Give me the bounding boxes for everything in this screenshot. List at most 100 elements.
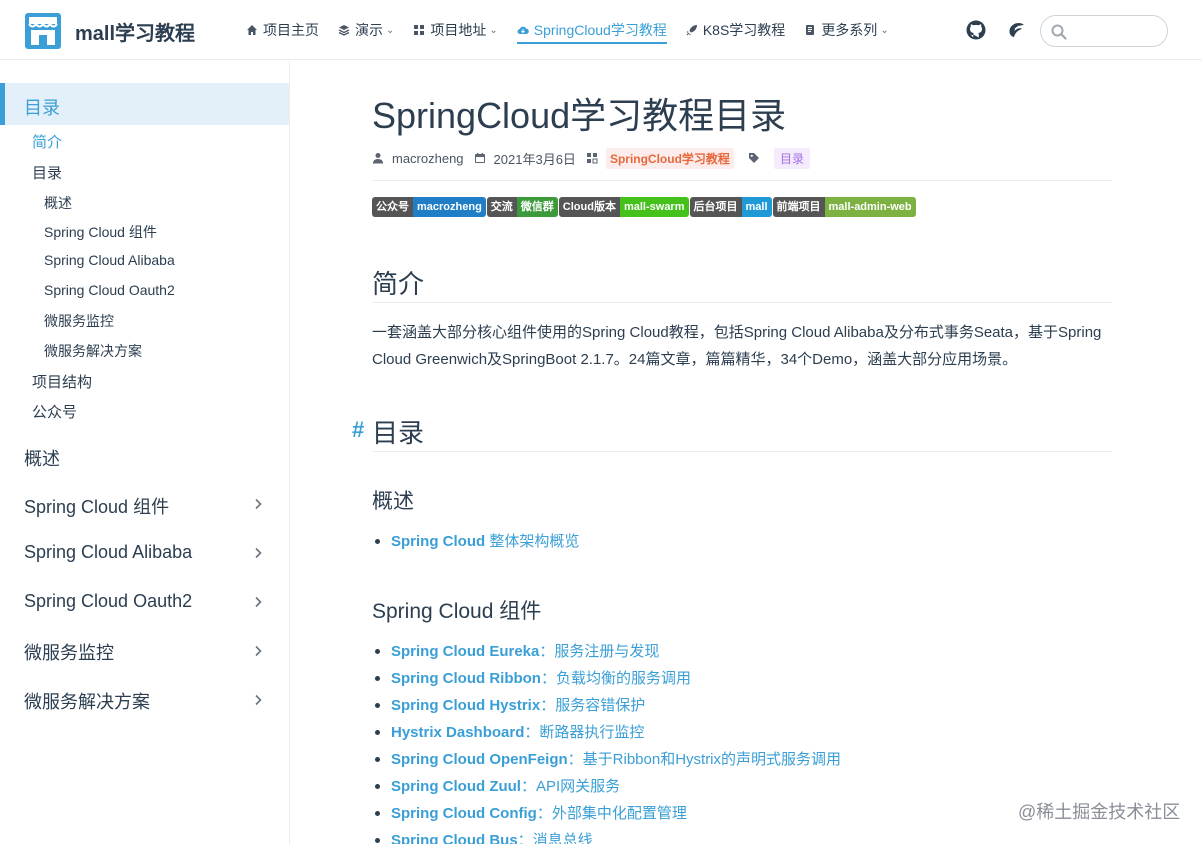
badge-wechat-account[interactable]: 公众号 macrozheng	[372, 197, 486, 217]
category-badge[interactable]: SpringCloud学习教程	[605, 147, 734, 169]
toc-heading: 目录	[372, 418, 425, 448]
nav-item-home[interactable]: 项目主页	[246, 0, 319, 60]
badge-right: mall-swarm	[619, 197, 689, 217]
sidebar-item-structure[interactable]: 项目结构	[32, 371, 92, 392]
components-list: Spring Cloud Eureka：服务注册与发现 Spring Cloud…	[372, 638, 841, 844]
link-name[interactable]: Spring Cloud Zuul	[391, 778, 521, 795]
link-desc[interactable]: ：负载均衡的服务调用	[541, 670, 691, 687]
link-name[interactable]: Spring Cloud	[391, 533, 485, 550]
badge-right: mall-admin-web	[824, 197, 916, 217]
link-desc[interactable]: ：外部集中化配置管理	[537, 805, 687, 822]
chevron-down-icon: ⌄	[386, 24, 395, 36]
heading-divider	[372, 451, 1112, 452]
link-desc[interactable]: ：API网关服务	[521, 778, 620, 795]
sidebar-item-wechat[interactable]: 公众号	[32, 401, 77, 422]
meta-divider	[372, 180, 1112, 181]
link-desc[interactable]: 整体架构概览	[485, 533, 579, 550]
store-logo-icon[interactable]	[24, 12, 62, 50]
chevron-right-icon[interactable]	[252, 547, 264, 559]
badge-right: mall	[741, 197, 772, 217]
rocket-icon	[686, 25, 697, 36]
list-item[interactable]: Spring Cloud Eureka：服务注册与发现	[372, 638, 841, 665]
badge-left: 前端项目	[772, 197, 825, 217]
nav-item-repo[interactable]: 项目地址 ⌄	[413, 0, 498, 60]
badges-row: 公众号 macrozheng 交流 微信群 Cloud版本 mall-swarm…	[372, 197, 917, 217]
link-name[interactable]: Hystrix Dashboard	[391, 724, 524, 741]
calendar-icon	[474, 153, 485, 163]
badge-backend-project[interactable]: 后台项目 mall	[689, 197, 772, 217]
list-item[interactable]: Spring Cloud Config：外部集中化配置管理	[372, 800, 841, 827]
link-desc[interactable]: ：基于Ribbon和Hystrix的声明式服务调用	[568, 751, 841, 768]
sidebar-group-components[interactable]: Spring Cloud 组件	[24, 493, 169, 519]
intro-paragraph: 一套涵盖大部分核心组件使用的Spring Cloud教程，包括Spring Cl…	[372, 324, 1102, 368]
sidebar-item-toc[interactable]: 目录	[32, 162, 62, 183]
sidebar: 目录 简介 目录 概述 Spring Cloud 组件 Spring Cloud…	[0, 61, 290, 844]
link-name[interactable]: Spring Cloud OpenFeign	[391, 751, 568, 768]
nav-item-springcloud[interactable]: SpringCloud学习教程	[516, 0, 667, 60]
juejin-icon[interactable]	[1006, 20, 1026, 40]
sidebar-item-alibaba[interactable]: Spring Cloud Alibaba	[44, 252, 175, 268]
sidebar-group-alibaba[interactable]: Spring Cloud Alibaba	[24, 542, 192, 563]
list-item[interactable]: Spring Cloud OpenFeign：基于Ribbon和Hystrix的…	[372, 746, 841, 773]
sidebar-item-oauth2[interactable]: Spring Cloud Oauth2	[44, 282, 175, 298]
overview-list: Spring Cloud 整体架构概览	[372, 528, 579, 555]
list-item[interactable]: Spring Cloud 整体架构概览	[372, 528, 579, 555]
top-navbar: mall学习教程 项目主页 演示 ⌄ 项目地址 ⌄ SpringCloud学习教…	[0, 0, 1202, 60]
list-item[interactable]: Spring Cloud Ribbon：负载均衡的服务调用	[372, 665, 841, 692]
sidebar-item-overview[interactable]: 概述	[44, 193, 72, 213]
badge-left: 公众号	[372, 197, 413, 217]
chevron-down-icon: ⌄	[489, 24, 498, 36]
link-desc[interactable]: ：服务注册与发现	[539, 643, 659, 660]
list-item[interactable]: Spring Cloud Zuul：API网关服务	[372, 773, 841, 800]
chevron-right-icon[interactable]	[252, 498, 264, 510]
grid-icon	[414, 25, 425, 35]
chevron-down-icon: ⌄	[880, 24, 889, 36]
sidebar-group-oauth2[interactable]: Spring Cloud Oauth2	[24, 591, 192, 612]
sidebar-item-intro[interactable]: 简介	[32, 131, 62, 152]
sidebar-group-monitoring[interactable]: 微服务监控	[24, 639, 114, 665]
nav-item-label: K8S学习教程	[702, 22, 786, 38]
chevron-right-icon[interactable]	[252, 694, 264, 706]
link-name[interactable]: Spring Cloud Bus	[391, 832, 518, 844]
link-name[interactable]: Spring Cloud Hystrix	[391, 697, 540, 714]
list-item[interactable]: Spring Cloud Bus：消息总线	[372, 827, 841, 844]
sidebar-item-solutions[interactable]: 微服务解决方案	[44, 341, 142, 361]
link-name[interactable]: Spring Cloud Config	[391, 805, 537, 822]
link-desc[interactable]: ：服务容错保护	[540, 697, 645, 714]
list-item[interactable]: Spring Cloud Hystrix：服务容错保护	[372, 692, 841, 719]
components-heading: Spring Cloud 组件	[372, 600, 542, 623]
badge-cloud-version[interactable]: Cloud版本 mall-swarm	[558, 197, 689, 217]
nav-item-more[interactable]: 更多系列 ⌄	[804, 0, 889, 60]
tag-badge[interactable]: 目录	[773, 147, 810, 169]
link-name[interactable]: Spring Cloud Eureka	[391, 643, 539, 660]
badge-right: macrozheng	[413, 197, 486, 217]
sidebar-group-toc[interactable]: 目录	[24, 94, 60, 120]
search-input[interactable]	[1073, 20, 1161, 42]
list-item[interactable]: Hystrix Dashboard：断路器执行监控	[372, 719, 841, 746]
link-desc[interactable]: ：断路器执行监控	[524, 724, 644, 741]
sidebar-group-overview[interactable]: 概述	[24, 445, 60, 471]
article-meta: macrozheng 2021年3月6日 SpringCloud学习教程 目录	[372, 147, 810, 169]
nav-links: 项目主页 演示 ⌄ 项目地址 ⌄ SpringCloud学习教程 K8S学习教程…	[246, 0, 908, 60]
github-icon[interactable]	[966, 20, 986, 40]
search-box[interactable]	[1040, 15, 1168, 47]
chevron-right-icon[interactable]	[252, 645, 264, 657]
sidebar-item-monitoring[interactable]: 微服务监控	[44, 311, 114, 331]
overview-heading: 概述	[372, 490, 414, 513]
author-name: macrozheng	[392, 150, 464, 166]
badge-right: 微信群	[516, 197, 558, 217]
sidebar-group-solutions[interactable]: 微服务解决方案	[24, 688, 150, 714]
chevron-right-icon[interactable]	[252, 596, 264, 608]
badge-frontend-project[interactable]: 前端项目 mall-admin-web	[772, 197, 916, 217]
badge-wechat-group[interactable]: 交流 微信群	[486, 197, 558, 217]
link-name[interactable]: Spring Cloud Ribbon	[391, 670, 541, 687]
nav-item-demo[interactable]: 演示 ⌄	[338, 0, 394, 60]
article-content: SpringCloud学习教程目录 macrozheng 2021年3月6日 S…	[291, 61, 1202, 844]
heading-anchor-link[interactable]: #	[352, 417, 364, 443]
sidebar-item-components[interactable]: Spring Cloud 组件	[44, 222, 157, 242]
nav-item-label: 项目主页	[263, 22, 319, 38]
site-name[interactable]: mall学习教程	[75, 17, 195, 46]
link-desc[interactable]: ：消息总线	[518, 832, 593, 844]
nav-item-k8s[interactable]: K8S学习教程	[686, 0, 785, 60]
publish-date: 2021年3月6日	[493, 151, 576, 167]
